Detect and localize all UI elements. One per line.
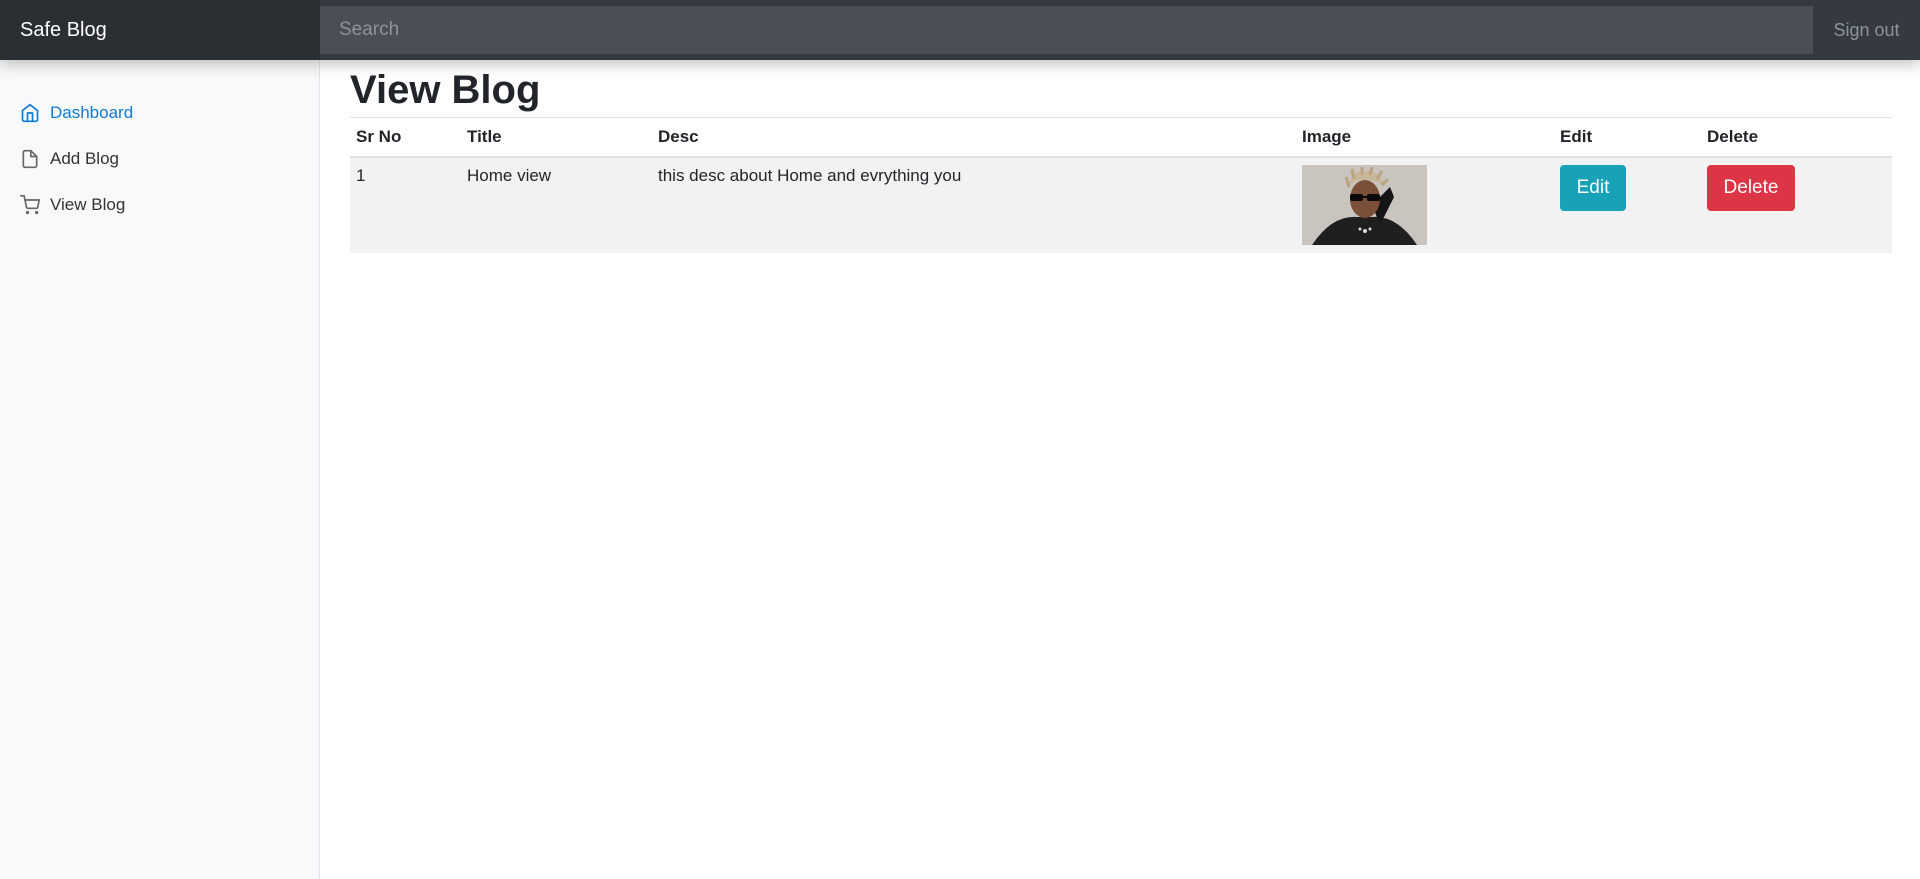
header-edit: Edit: [1554, 118, 1701, 158]
table-row: 1 Home view this desc about Home and evr…: [350, 157, 1892, 253]
brand-logo[interactable]: Safe Blog: [0, 0, 320, 60]
sidebar-item-add-blog[interactable]: Add Blog: [0, 136, 319, 182]
cell-sr-no: 1: [350, 157, 461, 253]
delete-button[interactable]: Delete: [1707, 165, 1795, 211]
home-icon: [21, 103, 39, 123]
cell-edit: Edit: [1554, 157, 1701, 253]
search-input[interactable]: [320, 6, 1813, 54]
top-navbar: Safe Blog Sign out: [0, 0, 1920, 60]
sidebar-item-dashboard[interactable]: Dashboard: [0, 90, 319, 136]
table-header-row: Sr No Title Desc Image Edit Delete: [350, 118, 1892, 158]
cell-desc: this desc about Home and evrything you: [652, 157, 1296, 253]
sidebar: Dashboard Add Blog View Blog: [0, 60, 320, 879]
sidebar-item-label: View Blog: [50, 195, 126, 214]
header-desc: Desc: [652, 118, 1296, 158]
sign-out-link[interactable]: Sign out: [1813, 20, 1920, 41]
main-content: View Blog Sr No Title Desc Image Edit De…: [350, 60, 1892, 253]
edit-button[interactable]: Edit: [1560, 165, 1626, 211]
header-image: Image: [1296, 118, 1554, 158]
cell-image: [1296, 157, 1554, 253]
blog-table: Sr No Title Desc Image Edit Delete 1 Hom…: [350, 118, 1892, 253]
sidebar-item-view-blog[interactable]: View Blog: [0, 182, 319, 228]
header-title: Title: [461, 118, 652, 158]
sidebar-item-label: Dashboard: [50, 103, 134, 122]
blog-thumbnail-image: [1302, 165, 1427, 245]
page-title: View Blog: [350, 62, 1892, 118]
header-sr-no: Sr No: [350, 118, 461, 158]
cart-icon: [20, 195, 40, 215]
cell-title: Home view: [461, 157, 652, 253]
header-delete: Delete: [1701, 118, 1892, 158]
cell-delete: Delete: [1701, 157, 1892, 253]
file-icon: [22, 149, 38, 169]
sidebar-item-label: Add Blog: [50, 149, 119, 168]
